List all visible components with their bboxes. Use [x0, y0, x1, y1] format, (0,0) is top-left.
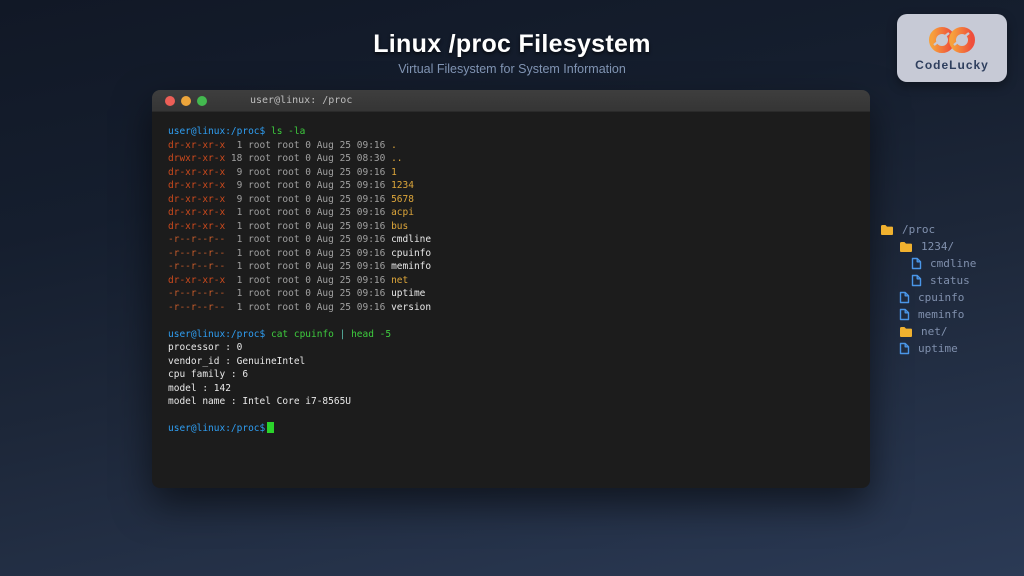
cpuinfo-line: cpu family : 6	[168, 368, 854, 382]
cpuinfo-line: model name : Intel Core i7-8565U	[168, 395, 854, 409]
tree-item-label: cmdline	[930, 257, 976, 270]
ls-row: dr-xr-xr-x 1 root root 0 Aug 25 09:16 .	[168, 139, 854, 153]
command-text-2: cat cpuinfo | head -5	[271, 329, 391, 340]
terminal-window: user@linux: /proc user@linux:/proc$ ls -…	[152, 90, 870, 488]
tree-item-proc: /proc	[880, 221, 976, 238]
tree-item-label: cpuinfo	[918, 291, 964, 304]
close-button[interactable]	[165, 96, 175, 106]
tree-item-label: meminfo	[918, 308, 964, 321]
tree-item-label: 1234/	[921, 240, 954, 253]
tree-item-label: /proc	[902, 223, 935, 236]
folder-icon	[880, 224, 894, 236]
terminal-titlebar: user@linux: /proc	[152, 90, 870, 112]
ls-output: dr-xr-xr-x 1 root root 0 Aug 25 09:16 .d…	[168, 139, 854, 315]
proc-file-tree: /proc 1234/cmdline status cpuinfo meminfo net…	[880, 221, 976, 357]
maximize-button[interactable]	[197, 96, 207, 106]
cpuinfo-line: model : 142	[168, 382, 854, 396]
terminal-cursor	[267, 422, 274, 433]
command-line-2: user@linux:/proc$ cat cpuinfo | head -5	[168, 328, 854, 342]
window-controls	[165, 96, 207, 106]
minimize-button[interactable]	[181, 96, 191, 106]
ls-row: dr-xr-xr-x 1 root root 0 Aug 25 09:16 ne…	[168, 274, 854, 288]
prompt-line: user@linux:/proc$	[168, 422, 854, 436]
ls-row: -r--r--r-- 1 root root 0 Aug 25 09:16 cm…	[168, 233, 854, 247]
folder-icon	[899, 241, 913, 253]
tree-item-cmdline: cmdline	[880, 255, 976, 272]
tree-item-meminfo: meminfo	[880, 306, 976, 323]
shell-prompt: user@linux:/proc$	[168, 126, 265, 137]
ls-row: drwxr-xr-x 18 root root 0 Aug 25 08:30 .…	[168, 152, 854, 166]
file-icon	[899, 291, 910, 304]
brand-logo: CodeLucky	[897, 14, 1007, 82]
tree-item-label: net/	[921, 325, 948, 338]
ls-row: dr-xr-xr-x 1 root root 0 Aug 25 09:16 ac…	[168, 206, 854, 220]
brand-name: CodeLucky	[915, 58, 989, 72]
file-icon	[911, 274, 922, 287]
ls-row: -r--r--r-- 1 root root 0 Aug 25 09:16 cp…	[168, 247, 854, 261]
cpuinfo-line: processor : 0	[168, 341, 854, 355]
cpuinfo-output: processor : 0vendor_id : GenuineIntelcpu…	[168, 341, 854, 409]
file-icon	[899, 308, 910, 321]
ls-row: dr-xr-xr-x 9 root root 0 Aug 25 09:16 1	[168, 166, 854, 180]
cpuinfo-line: vendor_id : GenuineIntel	[168, 355, 854, 369]
ls-row: dr-xr-xr-x 9 root root 0 Aug 25 09:16 12…	[168, 179, 854, 193]
page: Linux /proc Filesystem Virtual Filesyste…	[0, 0, 1024, 576]
tree-item-status: status	[880, 272, 976, 289]
command-text: ls -la	[271, 126, 305, 137]
tree-item-label: uptime	[918, 342, 958, 355]
tree-item-label: status	[930, 274, 970, 287]
terminal-body[interactable]: user@linux:/proc$ ls -la dr-xr-xr-x 1 ro…	[152, 112, 870, 449]
shell-prompt: user@linux:/proc$	[168, 329, 265, 340]
page-title: Linux /proc Filesystem	[0, 30, 1024, 59]
shell-prompt: user@linux:/proc$	[168, 423, 265, 434]
ls-row: -r--r--r-- 1 root root 0 Aug 25 09:16 up…	[168, 287, 854, 301]
tree-item-cpuinfo: cpuinfo	[880, 289, 976, 306]
page-subtitle: Virtual Filesystem for System Informatio…	[0, 62, 1024, 76]
file-icon	[911, 257, 922, 270]
ls-row: dr-xr-xr-x 9 root root 0 Aug 25 09:16 56…	[168, 193, 854, 207]
terminal-title: user@linux: /proc	[250, 95, 352, 106]
file-icon	[899, 342, 910, 355]
ls-row: -r--r--r-- 1 root root 0 Aug 25 09:16 ve…	[168, 301, 854, 315]
tree-item-uptime: uptime	[880, 340, 976, 357]
command-line-1: user@linux:/proc$ ls -la	[168, 125, 854, 139]
ls-row: -r--r--r-- 1 root root 0 Aug 25 09:16 me…	[168, 260, 854, 274]
tree-item-net: net/	[880, 323, 976, 340]
folder-icon	[899, 326, 913, 338]
infinity-icon	[923, 24, 981, 56]
tree-item-1234: 1234/	[880, 238, 976, 255]
ls-row: dr-xr-xr-x 1 root root 0 Aug 25 09:16 bu…	[168, 220, 854, 234]
